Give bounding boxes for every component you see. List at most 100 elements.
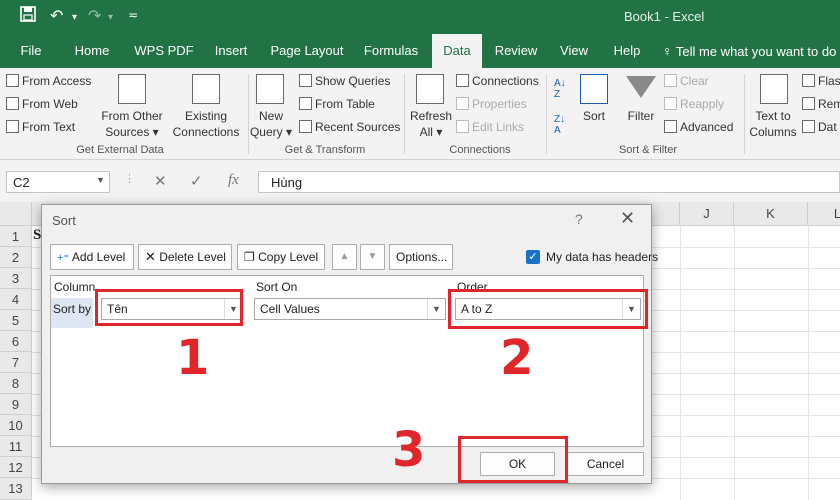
- flash-fill-icon: [802, 74, 815, 87]
- from-table-button[interactable]: From Table: [299, 97, 375, 111]
- recent-sources-button[interactable]: Recent Sources: [299, 120, 400, 134]
- customize-quick-access-icon[interactable]: ≂: [128, 8, 138, 22]
- tab-formulas[interactable]: Formulas: [358, 34, 424, 68]
- gridline: [680, 226, 681, 500]
- dialog-title: Sort: [52, 213, 76, 228]
- row-header[interactable]: 4: [0, 289, 32, 310]
- lightbulb-icon: ♀: [662, 43, 673, 59]
- row-header[interactable]: 8: [0, 373, 32, 394]
- row-header[interactable]: 9: [0, 394, 32, 415]
- row-header[interactable]: 10: [0, 415, 32, 436]
- tab-view[interactable]: View: [552, 34, 596, 68]
- move-up-button[interactable]: ▲: [332, 244, 357, 270]
- row-header[interactable]: 6: [0, 331, 32, 352]
- add-level-icon: +⁼: [57, 252, 70, 264]
- name-box-dropdown-icon[interactable]: ▼: [96, 175, 105, 185]
- select-all-corner[interactable]: [0, 202, 32, 226]
- tab-file[interactable]: File: [8, 34, 54, 68]
- arrow-up-icon: ▲: [339, 251, 350, 262]
- insert-function-icon[interactable]: fx: [228, 172, 239, 189]
- properties-button[interactable]: Properties: [456, 97, 527, 111]
- redo-icon[interactable]: ↷: [88, 6, 101, 26]
- add-level-button[interactable]: +⁼ Add Level: [50, 244, 134, 270]
- recent-sources-icon: [299, 120, 312, 133]
- row-header[interactable]: 13: [0, 478, 32, 500]
- cancel-button[interactable]: Cancel: [567, 452, 644, 476]
- row-header[interactable]: 3: [0, 268, 32, 289]
- advanced-button[interactable]: Advanced: [664, 120, 733, 134]
- gridline: [808, 226, 809, 500]
- show-queries-icon: [299, 74, 312, 87]
- edit-links-button[interactable]: Edit Links: [456, 120, 524, 134]
- new-query-icon: [256, 74, 284, 104]
- remove-duplicates-button[interactable]: Rem: [802, 97, 840, 111]
- column-header-j[interactable]: J: [680, 202, 734, 226]
- annotation-box-order: [448, 289, 648, 329]
- tab-wps-pdf[interactable]: WPS PDF: [128, 34, 200, 68]
- sort-a-to-z-button[interactable]: A↓ Z: [554, 78, 566, 100]
- row-header[interactable]: 2: [0, 247, 32, 268]
- refresh-icon: [416, 74, 444, 104]
- tab-home[interactable]: Home: [64, 34, 120, 68]
- tab-insert[interactable]: Insert: [206, 34, 256, 68]
- undo-dropdown-icon[interactable]: ▾: [72, 12, 77, 23]
- ribbon: From Access From Web From Text From Othe…: [0, 68, 840, 160]
- row-header[interactable]: 11: [0, 436, 32, 457]
- copy-level-button[interactable]: ❐ Copy Level: [237, 244, 325, 270]
- formula-input[interactable]: Hùng: [258, 171, 840, 193]
- annotation-number-2: 2: [500, 330, 534, 386]
- tab-help[interactable]: Help: [604, 34, 650, 68]
- undo-icon[interactable]: ↶: [50, 6, 63, 26]
- cancel-icon[interactable]: ✕: [154, 172, 167, 190]
- reapply-button[interactable]: Reapply: [664, 97, 724, 111]
- arrow-down-icon: ▼: [367, 251, 378, 262]
- from-web-button[interactable]: From Web: [6, 97, 78, 111]
- data-validation-button[interactable]: Dat: [802, 120, 837, 134]
- help-icon[interactable]: ?: [575, 211, 583, 227]
- connections-button[interactable]: Connections: [456, 74, 539, 88]
- tell-me-search[interactable]: ♀ Tell me what you want to do: [662, 34, 836, 68]
- row-header[interactable]: 7: [0, 352, 32, 373]
- from-access-button[interactable]: From Access: [6, 74, 91, 88]
- group-separator: [546, 74, 547, 154]
- tab-data[interactable]: Data: [432, 34, 482, 68]
- save-icon[interactable]: [20, 6, 36, 27]
- move-down-button[interactable]: ▼: [360, 244, 385, 270]
- sort-on-select[interactable]: Cell Values ▼: [254, 298, 446, 320]
- from-text-button[interactable]: From Text: [6, 120, 75, 134]
- connections-icon: [456, 74, 469, 87]
- tell-me-text: Tell me what you want to do: [675, 44, 837, 59]
- column-header-l[interactable]: L: [808, 202, 840, 226]
- options-button[interactable]: Options...: [389, 244, 453, 270]
- chevron-down-icon: ▼: [427, 299, 445, 319]
- sort-z-to-a-button[interactable]: Z↓ A: [554, 114, 565, 136]
- data-validation-icon: [802, 120, 815, 133]
- text-file-icon: [6, 120, 19, 133]
- row-header[interactable]: 12: [0, 457, 32, 478]
- enter-icon[interactable]: ✓: [190, 172, 203, 190]
- gridline: [734, 226, 735, 500]
- sort-icon: [580, 74, 608, 104]
- column-header-k[interactable]: K: [734, 202, 808, 226]
- access-icon: [6, 74, 19, 87]
- delete-level-button[interactable]: ✕ Delete Level: [138, 244, 232, 270]
- ribbon-tabs: File Home WPS PDF Insert Page Layout For…: [0, 34, 840, 68]
- close-icon[interactable]: ✕: [620, 208, 635, 229]
- clear-button[interactable]: Clear: [664, 74, 709, 88]
- row-header[interactable]: 1: [0, 226, 32, 247]
- tab-review[interactable]: Review: [490, 34, 542, 68]
- headers-checkbox[interactable]: ✓: [526, 250, 540, 264]
- show-queries-button[interactable]: Show Queries: [299, 74, 390, 88]
- annotation-number-3: 3: [392, 422, 426, 478]
- row-header[interactable]: 5: [0, 310, 32, 331]
- flash-fill-button[interactable]: Flas: [802, 74, 840, 88]
- annotation-box-ok: [458, 436, 568, 483]
- properties-icon: [456, 97, 469, 110]
- redo-dropdown-icon[interactable]: ▾: [108, 12, 113, 23]
- tab-page-layout[interactable]: Page Layout: [264, 34, 350, 68]
- name-box[interactable]: C2: [6, 171, 110, 193]
- sort-on-value: Cell Values: [260, 302, 320, 316]
- reapply-icon: [664, 97, 677, 110]
- group-label-get-transform: Get & Transform: [284, 144, 366, 156]
- group-label-connections: Connections: [449, 144, 511, 156]
